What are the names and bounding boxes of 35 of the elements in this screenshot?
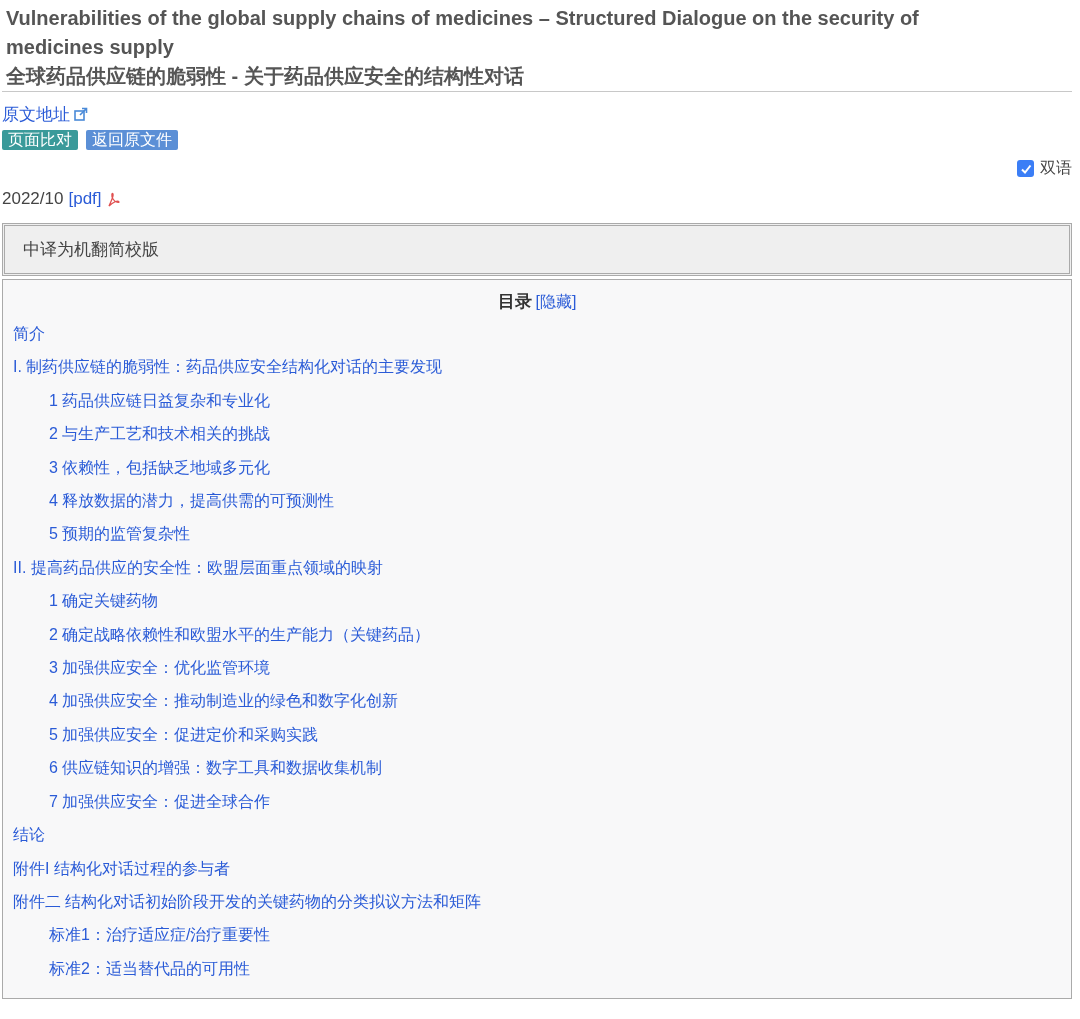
date-text: 2022/10 — [2, 189, 64, 209]
toc-link[interactable]: 附件I 结构化对话过程的参与者 — [13, 851, 1061, 885]
action-button[interactable]: 页面比对 — [2, 130, 78, 150]
document-subtitle: 全球药品供应链的脆弱性 - 关于药品供应安全的结构性对话 — [6, 64, 525, 89]
toc-hide-link[interactable]: [隐藏] — [535, 292, 577, 313]
toc-link[interactable]: 5 加强供应安全：促进定价和采购实践 — [13, 717, 1061, 752]
checkmark-icon — [1019, 162, 1032, 175]
toc-link[interactable]: II. 提高药品供应的安全性：欧盟层面重点领域的映射 — [13, 550, 1061, 585]
pdf-link[interactable]: [pdf] — [68, 189, 102, 209]
toc-link[interactable]: 7 加强供应安全：促进全球合作 — [13, 784, 1061, 819]
toc-link[interactable]: 简介 — [13, 317, 1061, 351]
toc-link[interactable]: 1 药品供应链日益复杂和专业化 — [13, 383, 1061, 418]
toc-link[interactable]: 结论 — [13, 818, 1061, 852]
pdf-file-icon — [106, 191, 120, 207]
action-button[interactable]: 返回原文件 — [86, 130, 178, 150]
toc-link[interactable]: 附件二 结构化对话初始阶段开发的关键药物的分类拟议方法和矩阵 — [13, 884, 1061, 919]
toc-link[interactable]: 2 与生产工艺和技术相关的挑战 — [13, 417, 1061, 451]
external-link-icon — [74, 107, 88, 121]
translation-notice: 中译为机翻简校版 — [2, 223, 1072, 276]
toc-link[interactable]: 标准1：治疗适应症/治疗重要性 — [13, 918, 1061, 952]
document-title: Vulnerabilities of the global supply chains of medicines – Structured Dialogue on the security of medicines supply — [6, 6, 920, 60]
bilingual-checkbox[interactable] — [1017, 160, 1034, 177]
toc-link[interactable]: 1 确定关键药物 — [13, 584, 1061, 618]
toc-link[interactable]: 3 加强供应安全：优化监管环境 — [13, 651, 1061, 685]
toc-link[interactable]: I. 制药供应链的脆弱性：药品供应安全结构化对话的主要发现 — [13, 350, 1061, 384]
toc-link[interactable]: 3 依赖性，包括缺乏地域多元化 — [13, 450, 1061, 485]
bilingual-label: 双语 — [1040, 158, 1072, 178]
toc-link[interactable]: 6 供应链知识的增强：数字工具和数据收集机制 — [13, 751, 1061, 785]
toc-link[interactable]: 5 预期的监管复杂性 — [13, 517, 1061, 551]
toc-link[interactable]: 2 确定战略依赖性和欧盟水平的生产能力（关键药品） — [13, 617, 1061, 652]
toc-title: 目录 — [497, 291, 532, 313]
toc-link[interactable]: 4 加强供应安全：推动制造业的绿色和数字化创新 — [13, 684, 1061, 718]
toc-link[interactable]: 标准2：适当替代品的可用性 — [13, 951, 1061, 986]
toc-link[interactable]: 4 释放数据的潜力，提高供需的可预测性 — [13, 484, 1061, 518]
source-link[interactable]: 原文地址 — [2, 102, 70, 126]
